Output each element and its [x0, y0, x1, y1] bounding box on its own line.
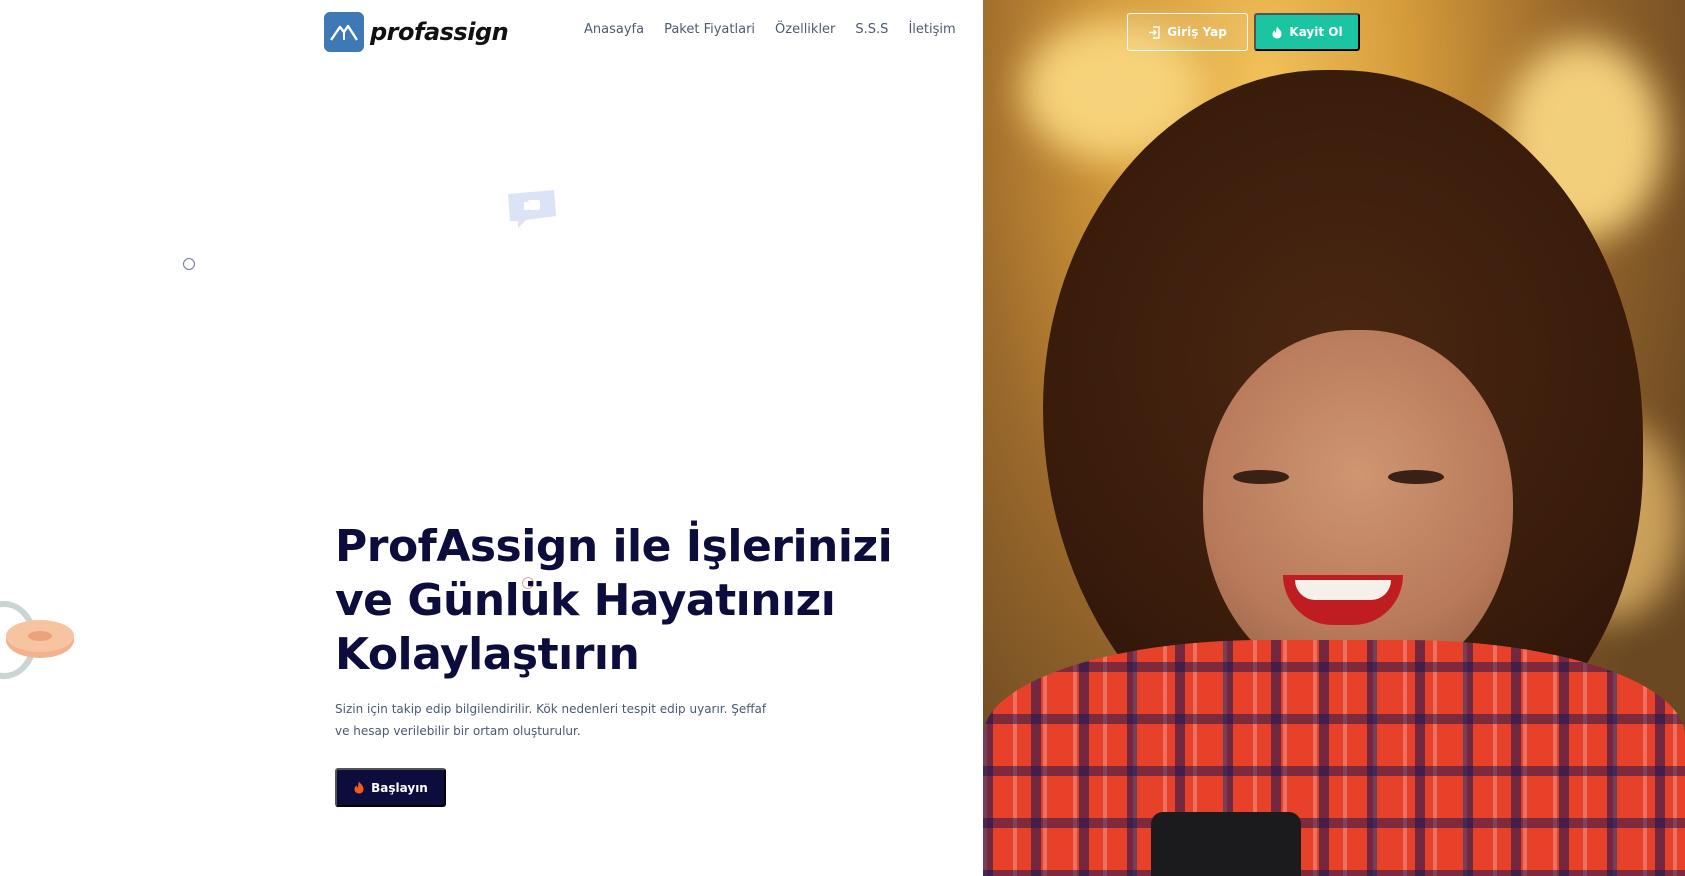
nav-item-contact[interactable]: İletişim [908, 22, 955, 37]
nav-item-faq[interactable]: S.S.S [855, 22, 888, 37]
nav-item-features[interactable]: Özellikler [775, 22, 835, 37]
nav-item-pricing[interactable]: Paket Fiyatlari [664, 22, 755, 37]
decorative-circle [183, 258, 195, 270]
logo-mountain-icon [324, 12, 364, 52]
register-button[interactable]: Kayit Ol [1254, 13, 1360, 51]
login-label: Giriş Yap [1167, 25, 1227, 39]
get-started-label: Başlayın [371, 780, 428, 795]
chat-like-icon [508, 190, 556, 228]
get-started-button[interactable]: Başlayın [335, 768, 446, 807]
hero-description: Sizin için takip edip bilgilendirilir. K… [335, 702, 767, 738]
decorative-ring [0, 601, 74, 679]
nav-item-home[interactable]: Anasayfa [584, 22, 644, 37]
login-button[interactable]: Giriş Yap [1127, 13, 1248, 51]
fire-icon [1272, 26, 1282, 38]
hero-photo [983, 0, 1685, 876]
register-label: Kayit Ol [1289, 25, 1343, 39]
brand-logo[interactable]: profassign [324, 12, 509, 52]
main-nav: Anasayfa Paket Fiyatlari Özellikler S.S.… [584, 22, 956, 37]
hero-title: ProfAssign ile İşlerinizi ve Günlük Haya… [335, 521, 893, 680]
sign-in-icon [1149, 25, 1160, 39]
brand-name: profassign [370, 18, 509, 46]
fire-icon [354, 781, 364, 794]
